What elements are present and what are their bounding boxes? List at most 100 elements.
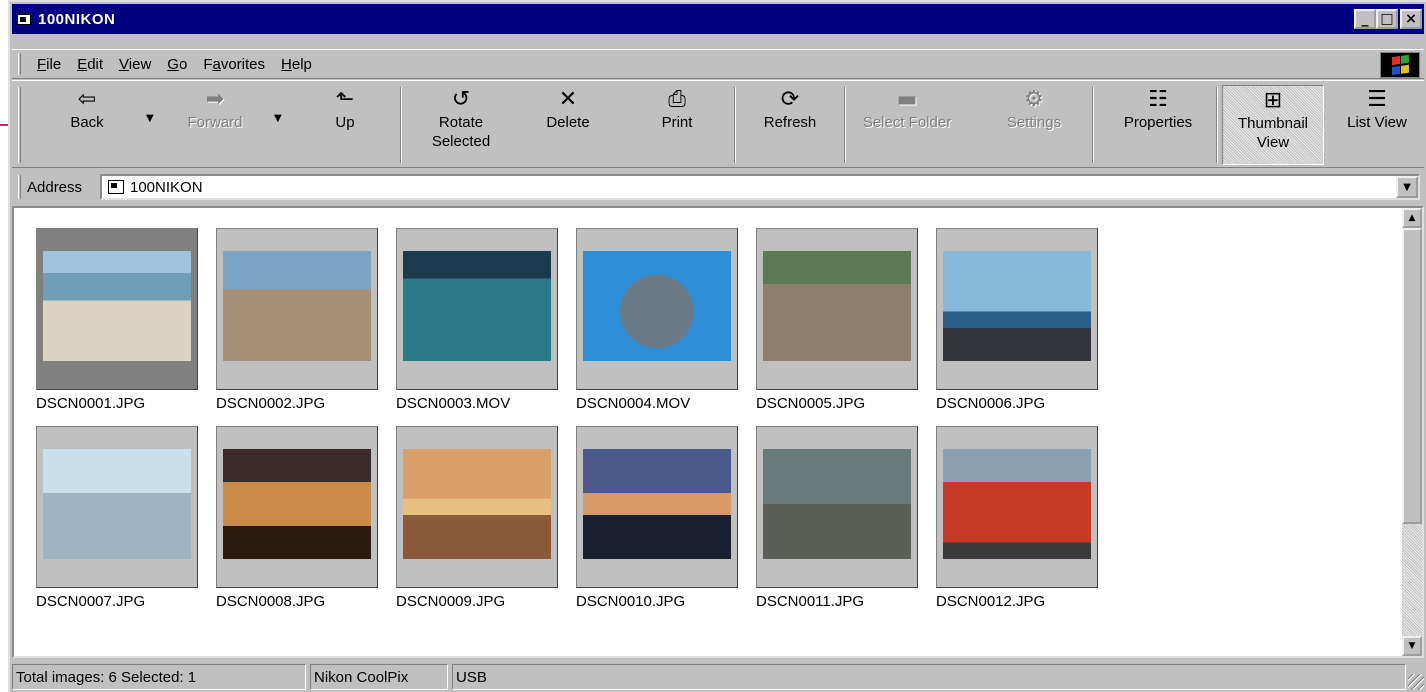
camera-folder-icon: [108, 180, 124, 194]
maximize-button[interactable]: □: [1376, 9, 1398, 29]
rotate-selected-button[interactable]: ↺ Rotate Selected: [412, 85, 510, 165]
photo-image: [403, 251, 551, 361]
status-camera: Nikon CoolPix: [310, 664, 448, 690]
print-button[interactable]: ⎙ Print: [642, 85, 712, 165]
address-field[interactable]: 100NIKON ▼: [100, 174, 1420, 200]
menu-view[interactable]: View: [111, 56, 159, 73]
thumbnail-frame: [576, 426, 738, 588]
menu-edit[interactable]: Edit: [69, 56, 111, 73]
toolbar-grip[interactable]: [18, 87, 21, 163]
thumbnail-item[interactable]: DSCN0012.JPG: [936, 426, 1098, 610]
thumbnail-filename: DSCN0005.JPG: [756, 395, 866, 412]
thumbnail-item[interactable]: DSCN0009.JPG: [396, 426, 558, 610]
status-bar: Total images: 6 Selected: 1 Nikon CoolPi…: [12, 662, 1426, 692]
back-dropdown-button[interactable]: ▼: [146, 113, 154, 124]
delete-button[interactable]: ✕ Delete: [528, 85, 608, 165]
thumbnail-item[interactable]: DSCN0006.JPG: [936, 228, 1098, 412]
thumbnail-item[interactable]: DSCN0011.JPG: [756, 426, 918, 610]
back-arrow-icon: ⇦: [77, 87, 97, 112]
printer-icon: ⎙: [668, 87, 686, 112]
thumbnail-item[interactable]: DSCN0010.JPG: [576, 426, 738, 610]
photo-image: [763, 449, 911, 559]
thumbnail-item[interactable]: DSCN0002.JPG: [216, 228, 378, 412]
thumbnail-view-button[interactable]: ⊞ Thumbnail View: [1222, 85, 1324, 165]
list-view-button[interactable]: ☰ List View: [1334, 85, 1420, 165]
rotate-label-line1: Rotate: [438, 114, 484, 131]
menu-help[interactable]: Help: [273, 56, 320, 73]
menu-file[interactable]: File: [29, 56, 69, 73]
thumbnail-item[interactable]: DSCN0007.JPG: [36, 426, 198, 610]
thumbnail-filename: DSCN0011.JPG: [756, 593, 865, 610]
windows-logo-icon: [1380, 52, 1420, 78]
menu-bar: File Edit View Go Favorites Help: [12, 49, 1424, 79]
menu-favorites[interactable]: Favorites: [195, 56, 273, 73]
thumbnail-frame: [756, 426, 918, 588]
thumbnail-filename: DSCN0010.JPG: [576, 593, 686, 610]
refresh-button[interactable]: ⟳ Refresh: [748, 85, 832, 165]
toolbar-separator: [1092, 87, 1094, 163]
photo-image: [43, 251, 191, 361]
back-button[interactable]: ⇦ Back: [48, 85, 126, 165]
forward-label: Forward: [187, 114, 243, 131]
thumbnail-frame: [936, 228, 1098, 390]
vertical-scrollbar[interactable]: ▲ ▼: [1402, 208, 1422, 656]
up-button[interactable]: ⬑ Up: [310, 85, 380, 165]
rotate-icon: ↺: [451, 87, 471, 112]
close-button[interactable]: ×: [1400, 9, 1422, 29]
thumbnail-frame: [576, 228, 738, 390]
address-label: Address: [27, 178, 83, 196]
thumbnail-frame: [216, 426, 378, 588]
settings-label: Settings: [1006, 114, 1062, 131]
refresh-label: Refresh: [763, 114, 817, 131]
thumbnail-item[interactable]: DSCN0008.JPG: [216, 426, 378, 610]
thumbnail-view-icon: ⊞: [1263, 88, 1283, 113]
resize-grip[interactable]: [1408, 674, 1424, 690]
thumbnail-filename: DSCN0007.JPG: [36, 593, 146, 610]
thumbnail-frame: [396, 426, 558, 588]
scroll-up-button[interactable]: ▲: [1402, 208, 1422, 228]
toolbar-separator: [734, 87, 736, 163]
thumbnail-frame: [36, 228, 198, 390]
print-label: Print: [661, 114, 693, 131]
thumbnail-filename: DSCN0006.JPG: [936, 395, 1046, 412]
address-dropdown-button[interactable]: ▼: [1396, 176, 1418, 198]
addressbar-grip[interactable]: [18, 175, 21, 199]
thumbnail-pane[interactable]: DSCN0001.JPG DSCN0002.JPG DSCN0003.MOV DSCN…: [12, 206, 1424, 658]
forward-dropdown-button[interactable]: ▼: [274, 113, 282, 124]
thumbnail-item[interactable]: DSCN0003.MOV: [396, 228, 558, 412]
thumbnail-filename: DSCN0004.MOV: [576, 395, 691, 412]
select-folder-button[interactable]: ▬ Select Folder: [850, 85, 964, 165]
camera-folder-icon: [16, 11, 34, 27]
thumbnail-frame: [216, 228, 378, 390]
properties-label: Properties: [1123, 114, 1193, 131]
scroll-down-button[interactable]: ▼: [1402, 636, 1422, 656]
photo-image: [583, 449, 731, 559]
properties-button[interactable]: ☷ Properties: [1108, 85, 1208, 165]
delete-icon: ✕: [558, 87, 578, 112]
thumbnail-frame: [396, 228, 558, 390]
settings-button[interactable]: ⚙ Settings: [992, 85, 1076, 165]
window-title: 100NIKON: [38, 10, 116, 28]
thumbnail-filename: DSCN0003.MOV: [396, 395, 511, 412]
photo-image: [43, 449, 191, 559]
toolbar-separator: [400, 87, 402, 163]
thumbnail-item[interactable]: DSCN0005.JPG: [756, 228, 918, 412]
address-bar: Address 100NIKON ▼: [12, 171, 1424, 203]
menu-go[interactable]: Go: [159, 56, 195, 73]
forward-button[interactable]: ➡ Forward: [170, 85, 260, 165]
minimize-button[interactable]: _: [1354, 9, 1376, 29]
toolbar-separator: [844, 87, 846, 163]
thumbnail-label-line1: Thumbnail: [1237, 115, 1309, 132]
thumbnail-filename: DSCN0001.JPG: [36, 395, 146, 412]
photo-image: [763, 251, 911, 361]
app-window: 100NIKON _ □ × File Edit View Go Favorites He…: [8, 0, 1426, 692]
thumbnail-item[interactable]: DSCN0001.JPG: [36, 228, 198, 412]
properties-icon: ☷: [1148, 87, 1168, 112]
scroll-thumb[interactable]: [1402, 228, 1422, 524]
thumbnail-item[interactable]: DSCN0004.MOV: [576, 228, 738, 412]
thumbnail-frame: [936, 426, 1098, 588]
camera-settings-icon: ⚙: [1024, 87, 1044, 112]
up-folder-icon: ⬑: [335, 87, 355, 112]
title-bar[interactable]: 100NIKON _ □ ×: [12, 4, 1424, 34]
menubar-grip[interactable]: [18, 53, 21, 75]
